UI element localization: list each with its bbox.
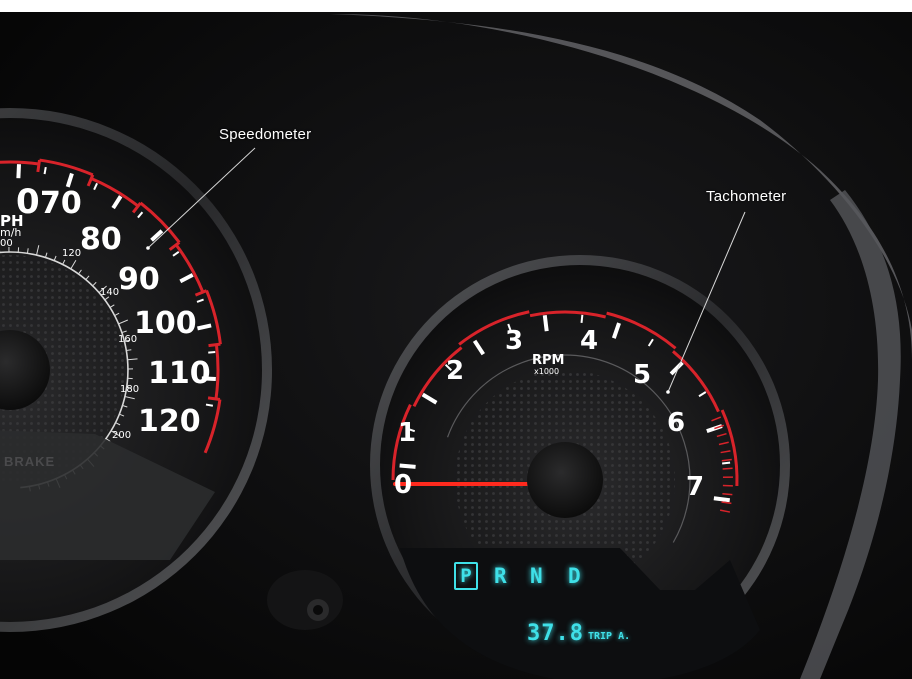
rpm-label-5: 5 xyxy=(633,360,652,390)
mph-label-110: 110 xyxy=(148,356,211,391)
tach-tick xyxy=(542,314,549,332)
kmh-label-140: 140 xyxy=(100,287,120,298)
tach-redline-hash xyxy=(722,493,733,496)
dashboard-photo: Speedometer 0 70 80 90 100 110 120 PH m/… xyxy=(0,0,912,679)
speedometer-redline-step xyxy=(36,159,41,173)
tach-tick xyxy=(722,461,731,465)
rpm-label-0: 0 xyxy=(394,470,413,500)
tach-redline-hash xyxy=(722,467,733,470)
rpm-label-6: 6 xyxy=(667,408,686,438)
gear-indicator-neutral: N xyxy=(530,564,543,588)
tach-tick xyxy=(713,496,731,503)
rpm-label-2: 2 xyxy=(446,356,465,386)
kmh-label-180: 180 xyxy=(120,384,140,395)
tach-tick xyxy=(399,463,416,469)
speedometer-tick xyxy=(208,351,216,354)
speedometer-tick xyxy=(43,166,47,175)
trip-reset-knob[interactable] xyxy=(267,570,343,630)
trip-odometer-value: 37.8 xyxy=(527,621,584,646)
tach-hub xyxy=(527,442,603,518)
mph-label-100: 100 xyxy=(134,306,197,341)
rpm-multiplier: x1000 xyxy=(534,367,560,376)
kmh-label-200: 200 xyxy=(112,430,132,441)
rpm-unit: RPM xyxy=(532,353,565,368)
rpm-label-1: 1 xyxy=(398,418,417,448)
kmh-label-160: 160 xyxy=(118,334,138,345)
tachometer-callout: Tachometer xyxy=(706,188,787,205)
tach-tick xyxy=(580,314,584,323)
brake-indicator: BRAKE xyxy=(4,454,56,469)
top-border xyxy=(0,0,912,12)
mph-label-70: 70 xyxy=(40,186,82,221)
speedometer-tick xyxy=(205,403,214,407)
rpm-label-7: 7 xyxy=(686,472,705,502)
mph-label-120: 120 xyxy=(138,404,201,439)
rpm-label-3: 3 xyxy=(505,326,524,356)
mph-label-80: 80 xyxy=(80,222,122,257)
gear-indicator-park: P xyxy=(454,562,478,590)
gear-indicator-reverse: R xyxy=(494,564,507,588)
trip-odometer-label: TRIP A. xyxy=(588,631,631,642)
gear-indicator-drive: D xyxy=(568,564,581,588)
speedometer-tick xyxy=(16,164,21,179)
speedometer-callout: Speedometer xyxy=(219,126,312,143)
kmh-label-partial: 00 xyxy=(0,238,13,249)
kmh-label-120: 120 xyxy=(62,248,82,259)
speedometer-redline-step xyxy=(208,342,221,348)
speedometer-redline-step xyxy=(207,396,221,401)
rpm-label-4: 4 xyxy=(580,326,599,356)
mph-label-90: 90 xyxy=(118,262,160,297)
